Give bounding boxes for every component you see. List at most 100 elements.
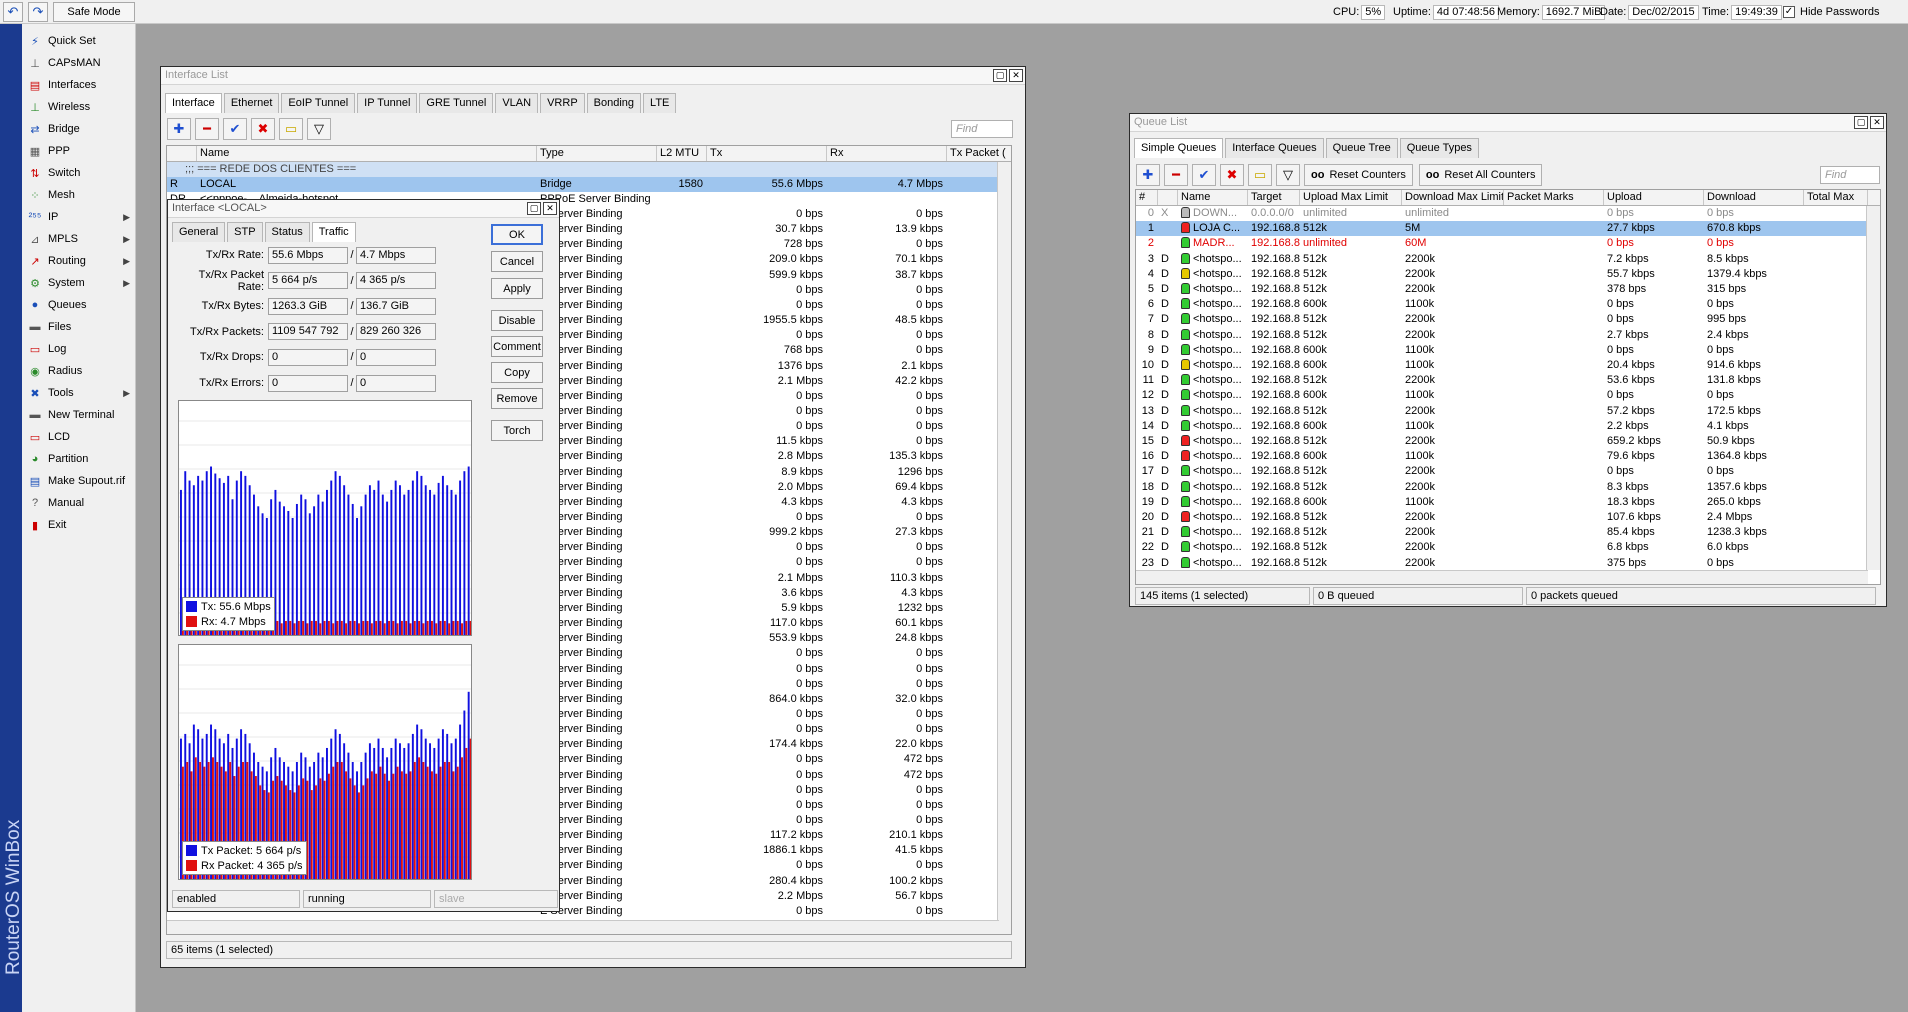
- safe-mode-button[interactable]: Safe Mode: [53, 2, 135, 22]
- queue-row[interactable]: 23 D <hotspo... 192.168.8...512k 2200k 375 bp…: [1136, 556, 1868, 571]
- sidebar-item-quick-set[interactable]: ⚡ Quick Set: [22, 30, 136, 52]
- tab-lte[interactable]: LTE: [643, 93, 677, 113]
- sidebar-item-make-supout-rif[interactable]: ▤ Make Supout.rif: [22, 470, 136, 492]
- sidebar-item-capsman[interactable]: ⊥ CAPsMAN: [22, 52, 136, 74]
- sidebar-item-interfaces[interactable]: ▤ Interfaces: [22, 74, 136, 96]
- queue-find-input[interactable]: Find: [1820, 166, 1880, 184]
- queue-enable-icon[interactable]: ✔: [1192, 164, 1216, 186]
- sidebar-item-queues[interactable]: ● Queues: [22, 294, 136, 316]
- col-rx[interactable]: Rx: [827, 146, 947, 161]
- reset-all-counters-button[interactable]: oo Reset All Counters: [1418, 164, 1543, 186]
- sidebar-item-partition[interactable]: ◕ Partition: [22, 448, 136, 470]
- queue-col-packet-marks[interactable]: Packet Marks: [1504, 190, 1604, 205]
- col-tx-packet[interactable]: Tx Packet (: [947, 146, 1011, 161]
- sidebar-item-ip[interactable]: ²⁵⁵ IP ▶: [22, 206, 136, 228]
- queue-col--[interactable]: #: [1136, 190, 1158, 205]
- dialog-tab-general[interactable]: General: [172, 222, 226, 242]
- cancel-button[interactable]: Cancel: [491, 251, 543, 272]
- queue-row[interactable]: 12 D <hotspo... 192.168.8...600k 1100k 0 bps 0…: [1136, 388, 1868, 403]
- sidebar-item-tools[interactable]: ✖ Tools ▶: [22, 382, 136, 404]
- sidebar-item-routing[interactable]: ↗ Routing ▶: [22, 250, 136, 272]
- reset-counters-button[interactable]: oo Reset Counters: [1304, 164, 1413, 186]
- queue-col-upload-max-limit[interactable]: Upload Max Limit: [1300, 190, 1402, 205]
- apply-button[interactable]: Apply: [491, 278, 543, 299]
- dialog-tab-stp[interactable]: STP: [227, 222, 263, 242]
- dialog-close-icon[interactable]: ✕: [543, 202, 557, 215]
- queue-row[interactable]: 9D <hotspo... 192.168.8...600k 1100k 0 bps 0 …: [1136, 343, 1868, 358]
- comment-icon[interactable]: ▭: [279, 118, 303, 140]
- field-rx-value[interactable]: 136.7 GiB: [356, 297, 436, 315]
- sidebar-item-mesh[interactable]: ⁘ Mesh: [22, 184, 136, 206]
- queue-row[interactable]: 10 D <hotspo... 192.168.8...600k 1100k 20.4 k…: [1136, 358, 1868, 373]
- enable-icon[interactable]: ✔: [223, 118, 247, 140]
- field-tx-value[interactable]: 55.6 Mbps: [268, 246, 348, 264]
- sidebar-item-manual[interactable]: ? Manual: [22, 492, 136, 514]
- queue-row[interactable]: 0 X DOWN... 0.0.0.0/0 unlimited unlimited 0 bp…: [1136, 206, 1868, 221]
- queue-row[interactable]: 13 D <hotspo... 192.168.8...512k 2200k 57.2 k…: [1136, 404, 1868, 419]
- sidebar-item-mpls[interactable]: ⊿ MPLS ▶: [22, 228, 136, 250]
- col-name[interactable]: Name: [197, 146, 537, 161]
- queue-tab-interface-queues[interactable]: Interface Queues: [1225, 138, 1324, 158]
- queue-row[interactable]: 17 D <hotspo... 192.168.8...512k 2200k 0 bps 0…: [1136, 464, 1868, 479]
- remove-button[interactable]: Remove: [491, 388, 543, 409]
- table-row-local[interactable]: R LOCAL Bridge 1580 55.6 Mbps 4.7 Mbps: [167, 177, 999, 192]
- field-tx-value[interactable]: 1263.3 GiB: [268, 297, 348, 315]
- sidebar-item-switch[interactable]: ⇅ Switch: [22, 162, 136, 184]
- field-rx-value[interactable]: 4 365 p/s: [356, 272, 436, 290]
- queue-col-total-max[interactable]: Total Max: [1804, 190, 1868, 205]
- queue-hscroll[interactable]: [1136, 570, 1868, 584]
- queue-row[interactable]: 6D <hotspo... 192.168.8...600k 1100k 0 bps 0 …: [1136, 297, 1868, 312]
- dialog-tab-traffic[interactable]: Traffic: [311, 222, 356, 242]
- queue-row[interactable]: 2 MADR... 192.168.8...unlimited 60M 0 bps 0 b…: [1136, 236, 1868, 251]
- torch-button[interactable]: Torch: [491, 420, 543, 441]
- queue-col-download[interactable]: Download: [1704, 190, 1804, 205]
- redo-button[interactable]: ↷: [28, 2, 48, 22]
- remove-icon[interactable]: ━: [195, 118, 219, 140]
- tab-interface[interactable]: Interface: [165, 93, 222, 113]
- sidebar-item-wireless[interactable]: ⊥ Wireless: [22, 96, 136, 118]
- field-rx-value[interactable]: 829 260 326: [356, 323, 436, 341]
- hide-passwords-checkbox[interactable]: ✓: [1783, 6, 1795, 18]
- queue-row[interactable]: 11 D <hotspo... 192.168.8...512k 2200k 53.6 k…: [1136, 373, 1868, 388]
- sidebar-item-files[interactable]: ▬ Files: [22, 316, 136, 338]
- queue-comment-icon[interactable]: ▭: [1248, 164, 1272, 186]
- tab-vrrp[interactable]: VRRP: [540, 93, 585, 113]
- dialog-maximize-icon[interactable]: ▢: [527, 202, 541, 215]
- queue-add-icon[interactable]: ✚: [1136, 164, 1160, 186]
- queue-row[interactable]: 15 D <hotspo... 192.168.8...512k 2200k 659.2 …: [1136, 434, 1868, 449]
- comment-row[interactable]: ;;; === REDE DOS CLIENTES ===: [167, 162, 999, 177]
- ok-button[interactable]: OK: [491, 224, 543, 245]
- queue-maximize-icon[interactable]: ▢: [1854, 116, 1868, 129]
- sidebar-item-system[interactable]: ⚙ System ▶: [22, 272, 136, 294]
- queue-row[interactable]: 14 D <hotspo... 192.168.8...600k 1100k 2.2 kb…: [1136, 419, 1868, 434]
- queue-vscroll[interactable]: [1866, 206, 1880, 570]
- queue-row[interactable]: 16 D <hotspo... 192.168.8...600k 1100k 79.6 k…: [1136, 449, 1868, 464]
- queue-row[interactable]: 18 D <hotspo... 192.168.8...512k 2200k 8.3 kb…: [1136, 480, 1868, 495]
- interface-hscroll[interactable]: [167, 920, 999, 934]
- queue-tab-simple-queues[interactable]: Simple Queues: [1134, 138, 1224, 158]
- filter-icon[interactable]: ▽: [307, 118, 331, 140]
- col-type[interactable]: Type: [537, 146, 657, 161]
- field-tx-value[interactable]: 0: [268, 348, 348, 366]
- field-tx-value[interactable]: 5 664 p/s: [268, 272, 348, 290]
- tab-gre-tunnel[interactable]: GRE Tunnel: [419, 93, 494, 113]
- field-rx-value[interactable]: 4.7 Mbps: [356, 246, 436, 264]
- dialog-tab-status[interactable]: Status: [264, 222, 310, 242]
- queue-row[interactable]: 8D <hotspo... 192.168.8...512k 2200k 2.7 kbp…: [1136, 328, 1868, 343]
- queue-tab-queue-tree[interactable]: Queue Tree: [1325, 138, 1398, 158]
- queue-row[interactable]: 4D <hotspo... 192.168.8...512k 2200k 55.7 kb…: [1136, 267, 1868, 282]
- sidebar-item-ppp[interactable]: ▦ PPP: [22, 140, 136, 162]
- tab-ethernet[interactable]: Ethernet: [223, 93, 280, 113]
- disable-icon[interactable]: ✖: [251, 118, 275, 140]
- disable-button[interactable]: Disable: [491, 310, 543, 331]
- sidebar-item-exit[interactable]: ▮ Exit: [22, 514, 136, 536]
- queue-col-download-max-limit[interactable]: Download Max Limit: [1402, 190, 1504, 205]
- tab-ip-tunnel[interactable]: IP Tunnel: [357, 93, 418, 113]
- sidebar-item-new-terminal[interactable]: ▬ New Terminal: [22, 404, 136, 426]
- field-rx-value[interactable]: 0: [356, 348, 436, 366]
- sidebar-item-radius[interactable]: ◉ Radius: [22, 360, 136, 382]
- queue-row[interactable]: 3D <hotspo... 192.168.8...512k 2200k 7.2 kbp…: [1136, 252, 1868, 267]
- queue-row[interactable]: 19 D <hotspo... 192.168.8...600k 1100k 18.3 k…: [1136, 495, 1868, 510]
- queue-row[interactable]: 1 LOJA C... 192.168.8...512k 5M 27.7 kbps 670…: [1136, 221, 1868, 237]
- hide-passwords-toggle[interactable]: ✓ Hide Passwords: [1783, 4, 1879, 20]
